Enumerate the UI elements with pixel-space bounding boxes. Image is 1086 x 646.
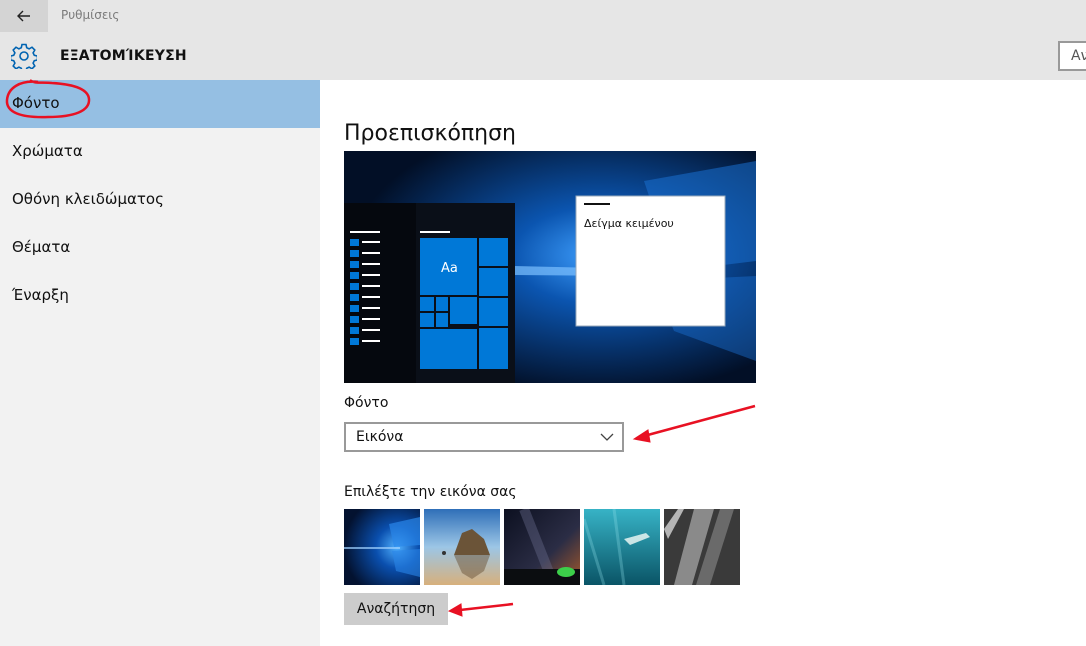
thumbnail-windows-hero[interactable] <box>344 509 420 585</box>
sidebar-item-themes[interactable]: Θέματα <box>0 224 320 272</box>
sidebar-item-lock-screen[interactable]: Οθόνη κλειδώματος <box>0 176 320 224</box>
search-placeholder: Αν <box>1071 48 1086 64</box>
background-label: Φόντο <box>344 395 389 411</box>
page-header: ΕΞΑΤΟΜΊΚΕΥΣΗ Αν <box>0 32 1086 80</box>
search-input[interactable]: Αν <box>1058 41 1086 71</box>
sidebar-item-label: Θέματα <box>12 238 71 256</box>
sidebar-item-label: Έναρξη <box>12 286 69 304</box>
sidebar-item-background[interactable]: Φόντο <box>0 80 320 128</box>
sidebar-item-label: Οθόνη κλειδώματος <box>12 190 164 208</box>
section-title: ΕΞΑΤΟΜΊΚΕΥΣΗ <box>60 48 187 64</box>
back-button[interactable] <box>0 0 48 32</box>
background-select-value: Εικόνα <box>356 429 404 445</box>
sidebar: Φόντο Χρώματα Οθόνη κλειδώματος Θέματα Έ… <box>0 80 320 646</box>
main-content: Προεπισκόπηση Aa Δείγμα κειμένου Φόντο Ε… <box>320 80 1086 646</box>
sidebar-item-colors[interactable]: Χρώματα <box>0 128 320 176</box>
preview-tile-text: Aa <box>441 261 458 276</box>
sidebar-item-start[interactable]: Έναρξη <box>0 272 320 320</box>
sidebar-item-label: Φόντο <box>12 94 60 112</box>
thumbnail-night-sky[interactable] <box>504 509 580 585</box>
window-title: Ρυθμίσεις <box>61 8 120 22</box>
sidebar-item-label: Χρώματα <box>12 142 83 160</box>
browse-button[interactable]: Αναζήτηση <box>344 593 448 625</box>
background-select[interactable]: Εικόνα <box>344 422 624 452</box>
choose-picture-label: Επιλέξτε την εικόνα σας <box>344 484 517 500</box>
page-title: Προεπισκόπηση <box>344 120 516 146</box>
back-arrow-icon <box>17 10 30 22</box>
title-bar: Ρυθμίσεις <box>0 0 1086 32</box>
thumbnail-underwater[interactable] <box>584 509 660 585</box>
thumbnail-beach[interactable] <box>424 509 500 585</box>
chevron-down-icon <box>600 433 614 441</box>
thumbnail-rock-face[interactable] <box>664 509 740 585</box>
background-preview: Aa Δείγμα κειμένου <box>344 151 756 383</box>
gear-icon <box>11 43 37 69</box>
preview-sample-text: Δείγμα κειμένου <box>584 217 674 230</box>
